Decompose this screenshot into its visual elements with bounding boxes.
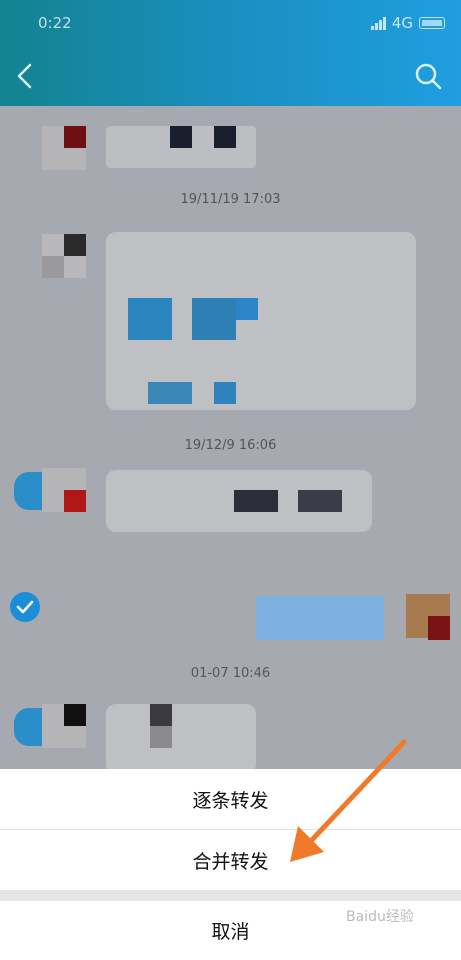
chat-header: 0:22 4G — [0, 0, 461, 106]
chat-messages: 19/11/19 17:03 19/12/9 16:06 01-07 10:46 — [0, 106, 461, 774]
merge-forward-button[interactable]: 合并转发 — [0, 830, 461, 890]
avatar-pixel — [64, 234, 86, 256]
message-pixel — [150, 726, 172, 748]
back-arrow-icon[interactable] — [14, 62, 38, 90]
status-bar: 0:22 4G — [38, 14, 445, 36]
forward-action-sheet: 逐条转发 合并转发 取消 — [0, 769, 461, 960]
avatar-pixel — [64, 126, 86, 148]
selected-check-icon[interactable] — [10, 592, 40, 622]
battery-icon — [419, 17, 445, 29]
watermark: Baidu经验 — [346, 909, 414, 925]
message-bubble[interactable] — [106, 704, 256, 774]
message-pixel — [150, 704, 172, 726]
search-icon[interactable] — [414, 62, 442, 90]
message-pixel — [234, 490, 278, 512]
image-pixel — [214, 382, 236, 404]
timestamp: 19/11/19 17:03 — [180, 192, 281, 207]
signal-icon — [370, 16, 386, 30]
status-right: 4G — [370, 14, 445, 32]
timestamp: 01-07 10:46 — [190, 666, 271, 681]
avatar-pixel — [64, 490, 86, 512]
image-pixel — [148, 382, 192, 404]
timestamp: 19/12/9 16:06 — [184, 438, 277, 453]
network-type: 4G — [391, 14, 413, 32]
message-bubble-own[interactable] — [256, 596, 384, 640]
image-pixel — [128, 298, 172, 340]
avatar-pixel — [64, 704, 86, 726]
avatar — [14, 708, 44, 746]
image-pixel — [236, 298, 258, 320]
avatar-pixel — [428, 616, 450, 640]
image-pixel — [192, 298, 236, 340]
status-time: 0:22 — [38, 14, 72, 32]
message-pixel — [214, 126, 236, 148]
avatar-pixel — [42, 256, 64, 278]
message-pixel — [170, 126, 192, 148]
forward-one-by-one-button[interactable]: 逐条转发 — [0, 769, 461, 829]
message-pixel — [298, 490, 342, 512]
avatar — [14, 472, 44, 510]
